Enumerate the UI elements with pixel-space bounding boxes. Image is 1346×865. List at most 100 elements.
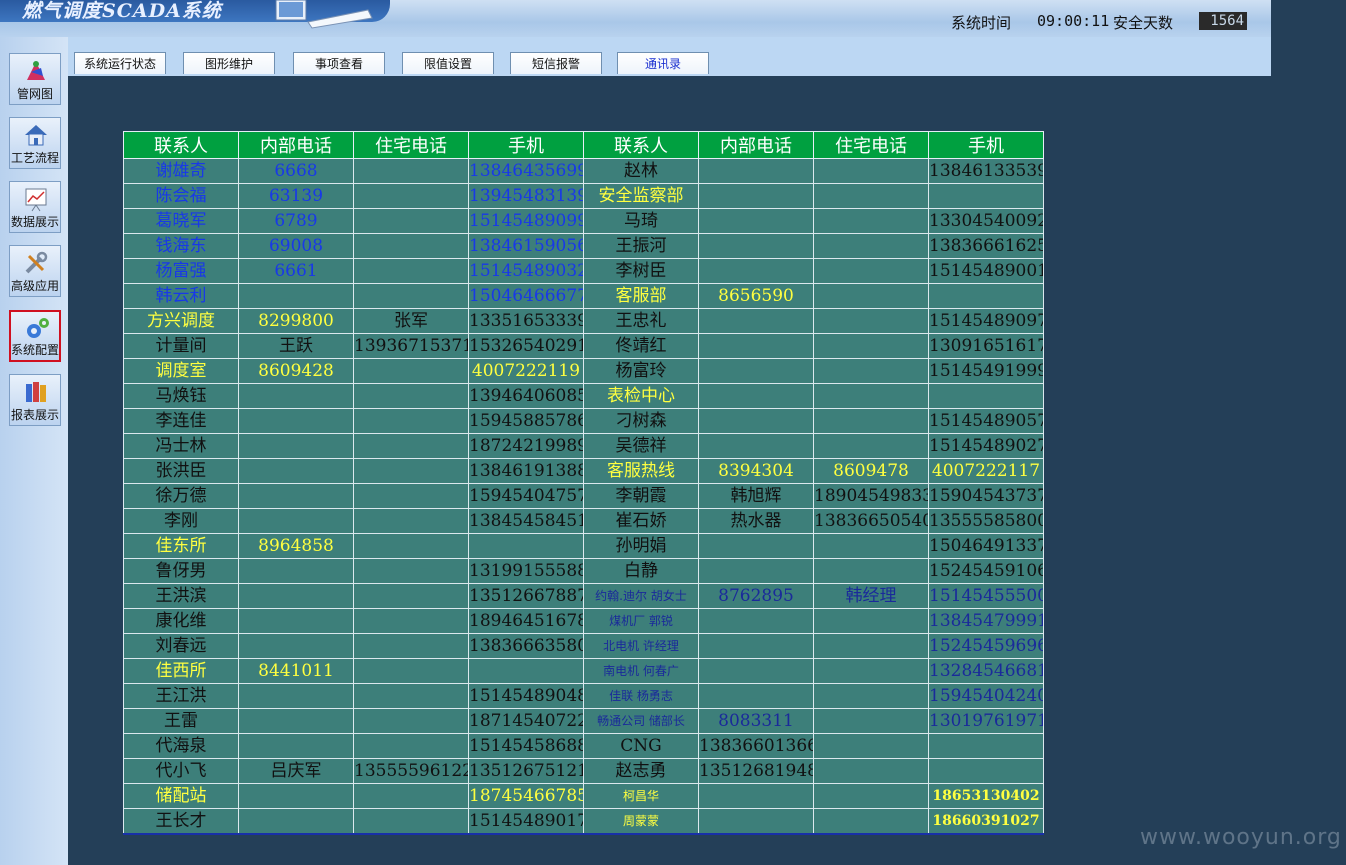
table-cell: 13512681948 <box>698 758 814 784</box>
table-cell <box>238 558 354 584</box>
table-cell <box>238 783 354 809</box>
table-cell: 18745466785 <box>468 783 584 809</box>
table-cell: 15904543737 <box>928 483 1044 509</box>
table-cell: 王雷 <box>123 708 239 734</box>
table-cell: 13945483139 <box>468 183 584 209</box>
table-cell: 李朝霞 <box>583 483 699 509</box>
table-cell: 8299800 <box>238 308 354 334</box>
table-cell <box>353 383 469 409</box>
tab-event-view[interactable]: 事项查看 <box>293 52 385 74</box>
house-icon <box>25 125 47 146</box>
table-cell: 吕庆军 <box>238 758 354 784</box>
sidebar-item-label: 数据展示 <box>10 215 59 229</box>
table-cell <box>353 208 469 234</box>
sidebar-item-process-flow[interactable]: 工艺流程 <box>9 117 61 169</box>
table-cell: 鲁伢男 <box>123 558 239 584</box>
table-cell: 王忠礼 <box>583 308 699 334</box>
table-header-row: 联系人 内部电话 住宅电话 手机 联系人 内部电话 住宅电话 手机 <box>123 131 1044 159</box>
table-cell <box>813 608 929 634</box>
table-cell: 13836663580 <box>468 633 584 659</box>
table-cell: 8083311 <box>698 708 814 734</box>
table-cell: 15145455500 <box>928 583 1044 609</box>
table-cell: 谢雄奇 <box>123 158 239 184</box>
table-cell: 8441011 <box>238 658 354 684</box>
table-cell <box>353 483 469 509</box>
table-cell <box>353 633 469 659</box>
table-cell <box>238 408 354 434</box>
sidebar-item-advanced-apps[interactable]: 高级应用 <box>9 245 61 297</box>
table-cell: 8656590 <box>698 283 814 309</box>
table-body: 谢雄奇 6668 13846435699 赵林 13846133539 陈会福 63139 1… <box>123 158 1044 835</box>
table-cell <box>813 783 929 809</box>
table-cell <box>698 208 814 234</box>
table-cell: 6668 <box>238 158 354 184</box>
table-cell: 赵志勇 <box>583 758 699 784</box>
table-cell <box>353 808 469 835</box>
table-row: 王长才 15145489017 周蒙蒙 18660391027 <box>123 808 1044 835</box>
table-cell <box>238 633 354 659</box>
table-cell: 代海泉 <box>123 733 239 759</box>
table-cell: 计量间 <box>123 333 239 359</box>
table-cell <box>698 608 814 634</box>
system-time-value: 09:00:11 <box>1037 12 1110 30</box>
sidebar-item-system-config[interactable]: 系统配置 <box>9 310 61 362</box>
table-cell <box>353 733 469 759</box>
table-cell <box>353 283 469 309</box>
table-cell <box>238 508 354 534</box>
table-cell <box>813 708 929 734</box>
tab-graphics-maintenance[interactable]: 图形维护 <box>183 52 275 74</box>
pipe-network-icon <box>27 61 45 80</box>
table-cell <box>698 258 814 284</box>
tab-address-book[interactable]: 通讯录 <box>617 52 709 74</box>
table-row: 李刚 13845458451 崔石娇 热水器 13836650540 1355558580… <box>123 508 1044 534</box>
table-cell: 6661 <box>238 258 354 284</box>
tab-limit-settings[interactable]: 限值设置 <box>402 52 494 74</box>
table-cell <box>353 658 469 684</box>
table-cell: 佳联 杨勇志 <box>583 683 699 709</box>
table-cell: 18946451678 <box>468 608 584 634</box>
monitor-icon <box>275 0 373 29</box>
table-cell: 15945885786 <box>468 408 584 434</box>
table-cell: 张洪臣 <box>123 458 239 484</box>
table-cell: 63139 <box>238 183 354 209</box>
table-cell: 15145489057 <box>928 408 1044 434</box>
table-cell <box>238 458 354 484</box>
table-cell <box>238 733 354 759</box>
sidebar-item-pipe-network[interactable]: 管网图 <box>9 53 61 105</box>
table-cell <box>698 558 814 584</box>
tab-sms-alarm[interactable]: 短信报警 <box>510 52 602 74</box>
table-row: 调度室 8609428 4007222119 杨富玲 15145491999 <box>123 358 1044 384</box>
table-row: 代海泉 15145458688 CNG 13836601366 <box>123 733 1044 759</box>
table-cell <box>353 533 469 559</box>
table-cell <box>813 433 929 459</box>
table-cell: 王振河 <box>583 233 699 259</box>
table-cell <box>353 358 469 384</box>
sidebar-item-report-display[interactable]: 报表展示 <box>9 374 61 426</box>
table-cell: 13836650540 <box>813 508 929 534</box>
table-cell: 13555596122 <box>353 758 469 784</box>
table-cell: 13836661625 <box>928 233 1044 259</box>
table-cell: 13351653339 <box>468 308 584 334</box>
table-cell <box>698 408 814 434</box>
tab-system-status[interactable]: 系统运行状态 <box>74 52 166 74</box>
table-row: 谢雄奇 6668 13846435699 赵林 13846133539 <box>123 158 1044 184</box>
table-cell: 调度室 <box>123 358 239 384</box>
table-cell: 15326540291 <box>468 333 584 359</box>
table-cell <box>353 558 469 584</box>
table-cell: 8609428 <box>238 358 354 384</box>
table-cell: 韩云利 <box>123 283 239 309</box>
table-cell: 热水器 <box>698 508 814 534</box>
table-cell <box>698 383 814 409</box>
table-row: 冯士林 18724219989 吴德祥 15145489027 <box>123 433 1044 459</box>
table-row: 代小飞 吕庆军 13555596122 13512675121 赵志勇 135126819… <box>123 758 1044 784</box>
table-cell: 刁树森 <box>583 408 699 434</box>
table-cell: 方兴调度 <box>123 308 239 334</box>
table-cell: 15945404757 <box>468 483 584 509</box>
table-cell <box>928 758 1044 784</box>
table-cell <box>353 183 469 209</box>
table-cell: 南电机 何春广 <box>583 658 699 684</box>
table-cell: 18904549833 <box>813 483 929 509</box>
sidebar-item-data-display[interactable]: 数据展示 <box>9 181 61 233</box>
sidebar: 管网图 工艺流程 数据展示 高级应用 系统配置 报表展示 <box>0 37 68 865</box>
table-cell: 客服热线 <box>583 458 699 484</box>
